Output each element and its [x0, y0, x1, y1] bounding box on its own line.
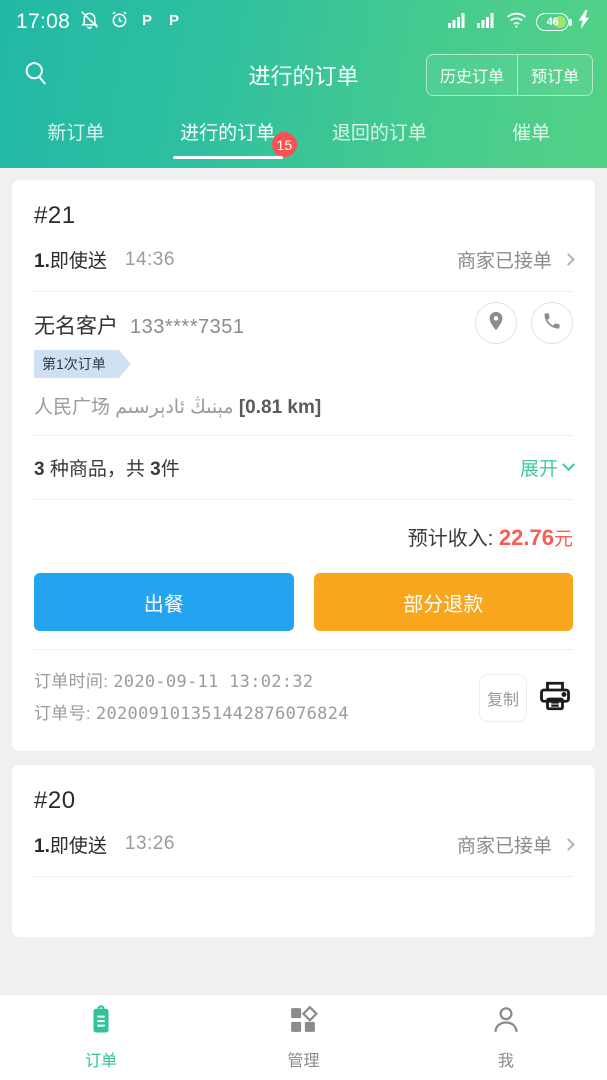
nav-label: 订单	[85, 1052, 118, 1070]
status-bar: 17:08 P P 46	[0, 0, 607, 44]
tab-label: 催单	[512, 123, 551, 144]
status-bar-right: 46	[448, 10, 591, 34]
order-id-label: 订单号:	[34, 704, 96, 724]
status-time: 17:08	[16, 10, 71, 33]
search-button[interactable]	[14, 53, 58, 97]
order-list: #21 1.即使送 14:36 商家已接单 无名客户 133****7351 第…	[0, 168, 607, 937]
order-sequence-number: #20	[34, 786, 76, 814]
print-button[interactable]	[537, 678, 573, 719]
order-action-buttons: 出餐 部分退款	[34, 567, 573, 650]
order-type-row[interactable]: 1.即使送 13:26 商家已接单	[34, 821, 575, 877]
expected-income-label: 预计收入:	[407, 528, 499, 550]
p-icon: P	[166, 10, 184, 34]
nav-label: 管理	[287, 1052, 320, 1070]
customer-order-count-badge: 第1次订单	[34, 350, 119, 378]
nav-item-management[interactable]: 管理	[202, 995, 404, 1080]
clipboard-icon	[86, 1004, 116, 1040]
customer-tag-wrap: 第1次订单	[34, 350, 119, 378]
tab-label: 进行的订单 15	[180, 118, 298, 157]
battery-level: 46	[546, 16, 559, 28]
customer-address: 人民广场 مېنىڭ ئادېرسىم [0.81 km]	[34, 392, 573, 419]
call-customer-button[interactable]	[531, 302, 573, 344]
expected-income-row: 预计收入: 22.76元	[34, 500, 573, 567]
order-tabs: 新订单 进行的订单 15 退回的订单 催单	[0, 106, 607, 168]
expand-goods-button[interactable]: 展开	[519, 454, 575, 481]
search-icon	[22, 59, 50, 92]
tab-returned-orders[interactable]: 退回的订单	[304, 118, 456, 145]
svg-text:P: P	[142, 12, 152, 29]
order-status-text: 商家已接单	[456, 835, 552, 857]
order-meta-row: 订单时间: 2020-09-11 13:02:32 订单号: 202009101…	[34, 650, 573, 751]
order-status-text: 商家已接单	[456, 251, 552, 272]
order-sequence-number: #21	[34, 202, 76, 229]
order-time-line: 订单时间: 2020-09-11 13:02:32	[34, 666, 349, 698]
printer-icon	[537, 681, 573, 718]
customer-name: 无名客户	[34, 315, 118, 338]
expand-label: 展开	[519, 459, 558, 480]
charging-bolt-icon	[578, 10, 591, 34]
header-segmented-control: 历史订单 预订单	[425, 54, 593, 96]
person-icon	[491, 1005, 521, 1040]
goods-summary-text: 3 种商品，共 3件	[34, 459, 180, 480]
nav-item-orders[interactable]: 订单	[0, 995, 202, 1080]
wifi-icon	[506, 12, 527, 33]
map-location-button[interactable]	[475, 302, 517, 344]
tab-active-underline	[172, 156, 283, 159]
expected-income-unit: 元	[553, 529, 573, 550]
customer-block: 无名客户 133****7351 第1次订单 人民广场 مېنىڭ ئادېرس…	[34, 292, 573, 436]
chevron-right-icon	[562, 837, 575, 851]
p-icon: P	[139, 10, 157, 34]
order-card[interactable]: #21 1.即使送 14:36 商家已接单 无名客户 133****7351 第…	[12, 180, 595, 751]
address-distance: [0.81 km]	[238, 397, 322, 418]
app-header: 进行的订单 历史订单 预订单	[0, 44, 607, 106]
alarm-icon	[109, 9, 130, 35]
tab-new-orders[interactable]: 新订单	[0, 118, 152, 145]
history-orders-button[interactable]: 历史订单	[426, 55, 517, 95]
nav-label: 我	[497, 1052, 514, 1070]
order-delivery-time: 14:36	[124, 248, 175, 270]
goods-summary-row[interactable]: 3 种商品，共 3件 展开	[34, 436, 575, 500]
order-card[interactable]: #20 1.即使送 13:26 商家已接单	[12, 764, 595, 937]
nav-item-profile[interactable]: 我	[405, 995, 607, 1080]
order-type-label: 1.即使送	[34, 251, 107, 272]
expected-income-amount: 22.76	[498, 525, 554, 550]
tab-reminders[interactable]: 催单	[455, 118, 607, 145]
serve-food-button[interactable]: 出餐	[34, 573, 294, 631]
chevron-right-icon	[562, 253, 575, 266]
tab-label: 新订单	[47, 123, 105, 144]
order-time-value: 2020-09-11 13:02:32	[113, 672, 314, 692]
bell-muted-icon	[79, 9, 100, 35]
svg-text:P: P	[169, 12, 179, 29]
top-green-area: 17:08 P P 46 进行的订单 历史订单 预订单 新订单 进行的订单 15…	[0, 0, 607, 168]
status-bar-left: 17:08 P P	[16, 9, 184, 35]
tab-badge-count: 15	[271, 132, 298, 157]
phone-icon	[542, 311, 562, 336]
customer-phone: 133****7351	[130, 316, 245, 338]
app-screen: 17:08 P P 46 进行的订单 历史订单 预订单 新订单 进行的订单 15…	[0, 0, 607, 1080]
signal-icon	[448, 12, 468, 33]
battery-icon: 46	[536, 13, 572, 31]
grid-icon	[288, 1005, 319, 1040]
chevron-down-icon	[562, 458, 575, 472]
order-type-row[interactable]: 1.即使送 14:36 商家已接单	[34, 236, 575, 292]
order-id-line: 订单号: 202009101351442876076824	[34, 698, 349, 730]
bottom-navigation: 订单 管理 我	[0, 994, 607, 1080]
order-delivery-time: 13:26	[124, 833, 175, 855]
copy-button[interactable]: 复制	[479, 674, 527, 723]
partial-refund-button[interactable]: 部分退款	[313, 573, 573, 631]
tab-active-orders[interactable]: 进行的订单 15	[152, 118, 304, 159]
order-type-label: 1.即使送	[34, 835, 107, 857]
order-time-label: 订单时间:	[34, 672, 114, 691]
tab-label: 退回的订单	[331, 123, 427, 144]
customer-actions	[475, 302, 573, 344]
order-meta-text: 订单时间: 2020-09-11 13:02:32 订单号: 202009101…	[34, 666, 349, 731]
order-id-value: 202009101351442876076824	[95, 704, 349, 725]
order-meta-actions: 复制	[479, 674, 573, 723]
map-pin-icon	[485, 310, 507, 337]
preorders-button[interactable]: 预订单	[516, 55, 592, 95]
signal-icon	[477, 12, 497, 33]
address-text: 人民广场 مېنىڭ ئادېرسىم	[34, 397, 239, 418]
